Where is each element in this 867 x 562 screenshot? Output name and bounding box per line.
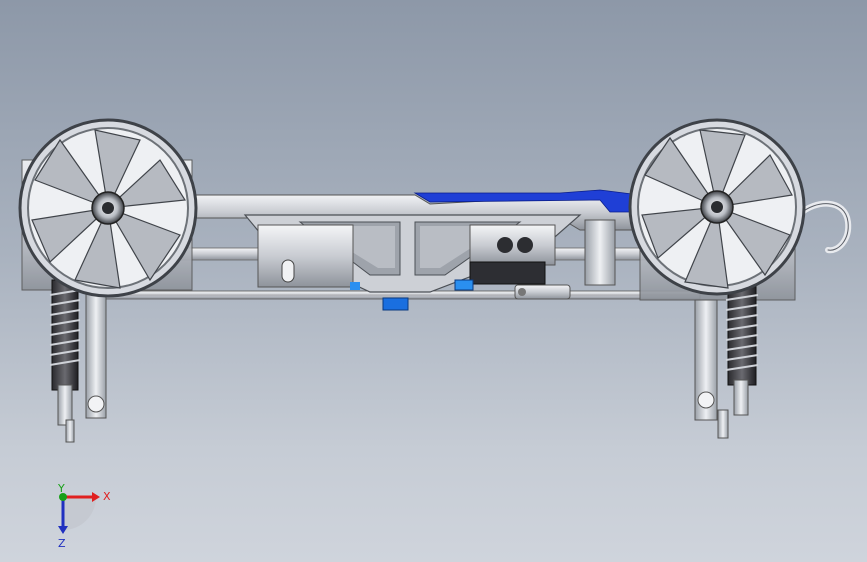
z-axis-label: Z [58,537,66,550]
y-axis-label: Y [57,482,65,495]
left-fan-wheel [18,118,198,298]
tow-hook [797,200,852,254]
cad-viewport[interactable]: X Y Z [0,0,867,562]
left-shock-absorber [49,279,107,443]
right-shock-absorber [694,284,759,439]
orientation-triad: X Y Z [57,482,111,550]
right-wheel-assembly [628,118,806,439]
steering-link [514,284,571,300]
chassis-model: X Y Z [18,118,852,550]
left-wheel-assembly [18,118,198,443]
x-axis-label: X [103,490,111,503]
right-fan-wheel [628,118,806,296]
